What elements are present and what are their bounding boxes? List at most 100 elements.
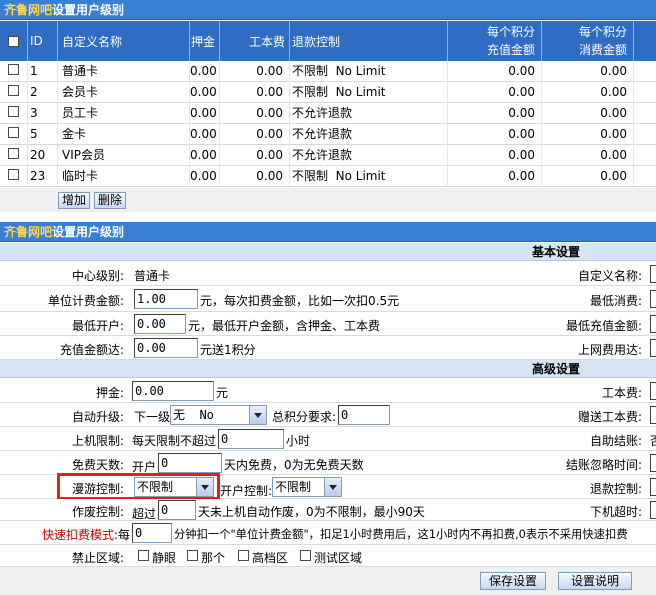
row-checkbox[interactable] — [8, 106, 19, 117]
row-checkbox[interactable] — [8, 85, 19, 96]
zone-label: 静眼 — [152, 551, 177, 565]
brand-name: 齐鲁网吧 — [4, 225, 53, 239]
deposit-input[interactable]: 0.00 — [132, 381, 214, 401]
zone-checkbox[interactable] — [300, 550, 311, 561]
table-row[interactable]: 5 金卡 0.00 0.00 不允许退款 0.00 0.00 — [0, 124, 656, 145]
fast-mode-note: 分钟扣一个"单位计费金额"，扣足1小时费用后，这1小时内不再扣费,0表示不采用快… — [174, 528, 628, 541]
void-input[interactable]: 0 — [158, 500, 196, 520]
online-limit-input[interactable]: 0 — [218, 429, 284, 449]
table-header: ID 自定义名称 押金 工本费 退款控制 每个积分 充值金额 每个积分 消费金额 — [0, 21, 656, 61]
col-charge-b: 充值金额 — [486, 43, 535, 57]
forbid-zone-row: 禁止区域: 静眼 那个 高档区 测试区域 — [0, 545, 656, 567]
net-fee-input[interactable] — [650, 339, 656, 357]
custom-name-label: 自定义名称: — [577, 269, 642, 283]
hours-unit: 小时 — [286, 434, 311, 448]
row-checkbox[interactable] — [8, 64, 19, 75]
refund-ctrl-select[interactable] — [650, 478, 656, 496]
ignore-time-input[interactable] — [650, 454, 656, 472]
min-open-note: 元，最低开户金额，含押金、工本费 — [188, 319, 381, 333]
min-recharge-label: 最低充值金额: — [565, 319, 642, 333]
fast-mode-input[interactable]: 0 — [132, 523, 172, 543]
save-settings-button[interactable]: 保存设置 — [480, 572, 546, 590]
zone-label: 测试区域 — [314, 551, 363, 565]
row-cost: 0.00 — [220, 124, 290, 145]
table-button-bar: 增加 删除 — [0, 188, 656, 212]
zone-checkbox[interactable] — [187, 550, 198, 561]
online-limit-row: 上机限制: 每天限制不超过 0 小时 自助结账: 否 — [0, 427, 656, 451]
void-label: 作废控制: — [71, 505, 124, 519]
cost-input[interactable] — [650, 382, 656, 400]
min-open-row: 最低开户: 0.00 元，最低开户金额，含押金、工本费 最低充值金额: — [0, 312, 656, 336]
table-row[interactable]: 1 普通卡 0.00 0.00 不限制 No Limit 0.00 0.00 — [0, 61, 656, 82]
free-days-label: 免费天数: — [71, 458, 124, 472]
unit-amount-input[interactable]: 1.00 — [134, 289, 198, 309]
logout-timeout-input[interactable] — [650, 501, 656, 519]
min-open-input[interactable]: 0.00 — [134, 314, 186, 334]
free-days-input[interactable]: 0 — [158, 453, 222, 473]
total-points-input[interactable]: 0 — [338, 405, 390, 425]
col-spend-a: 每个积分 — [578, 25, 627, 39]
min-spend-input[interactable] — [650, 290, 656, 308]
row-cost: 0.00 — [220, 103, 290, 124]
center-level-value: 普通卡 — [134, 269, 171, 283]
deposit-label: 押金: — [95, 386, 124, 400]
online-limit-note: 每天限制不超过 — [132, 434, 217, 448]
table-row[interactable]: 2 会员卡 0.00 0.00 不限制 No Limit 0.00 0.00 — [0, 82, 656, 103]
row-checkbox[interactable] — [8, 169, 19, 180]
fast-mode-label: 快速扣费模式 — [41, 528, 114, 542]
ignore-time-label: 结账忽略时间: — [565, 458, 642, 472]
total-points-label: 总积分要求: — [272, 410, 337, 424]
advanced-settings-title: 高级设置 — [531, 362, 580, 376]
recharge-input[interactable]: 0.00 — [134, 338, 198, 358]
chevron-down-icon[interactable] — [324, 478, 341, 496]
settings-help-button[interactable]: 设置说明 — [558, 572, 632, 590]
zone-label: 那个 — [201, 551, 226, 565]
recharge-note: 元送1积分 — [200, 343, 256, 357]
recharge-row: 充值金额达: 0.00 元送1积分 上网费用达: — [0, 336, 656, 360]
delete-button[interactable]: 删除 — [94, 192, 126, 209]
table-row[interactable]: 3 员工卡 0.00 0.00 不允许退款 0.00 0.00 — [0, 103, 656, 124]
open-ctrl-select[interactable]: 不限制 — [272, 477, 342, 497]
select-all-checkbox[interactable] — [8, 35, 19, 47]
row-spend: 0.00 — [542, 61, 634, 82]
row-spend: 0.00 — [542, 124, 634, 145]
add-button[interactable]: 增加 — [58, 192, 90, 209]
zone-checkbox[interactable] — [238, 550, 249, 561]
gift-cost-label: 赠送工本费: — [577, 410, 642, 424]
row-charge: 0.00 — [448, 61, 542, 82]
gift-cost-input[interactable] — [650, 406, 656, 424]
col-charge-a: 每个积分 — [486, 25, 535, 39]
row-deposit: 0.00 — [190, 103, 220, 124]
min-open-label: 最低开户: — [71, 319, 124, 333]
col-cost: 工本费 — [220, 21, 290, 61]
table-row[interactable]: 20 VIP会员 0.00 0.00 不允许退款 0.00 0.00 — [0, 145, 656, 166]
next-level-label: 下一级 — [134, 410, 171, 424]
row-cost: 0.00 — [220, 61, 290, 82]
custom-name-input[interactable] — [650, 265, 656, 283]
fast-mode-each: :每 — [114, 528, 131, 542]
row-checkbox[interactable] — [8, 127, 19, 138]
row-checkbox[interactable] — [8, 148, 19, 159]
roam-label: 漫游控制: — [71, 482, 124, 496]
zone-checkbox[interactable] — [138, 550, 149, 561]
row-id: 1 — [28, 61, 58, 82]
row-refund: 不允许退款 — [290, 145, 448, 166]
online-limit-label: 上机限制: — [71, 434, 124, 448]
cost-label: 工本费: — [601, 386, 642, 400]
unit-amount-label: 单位计费金额: — [47, 294, 124, 308]
row-cost: 0.00 — [220, 166, 290, 187]
row-charge: 0.00 — [448, 166, 542, 187]
chevron-down-icon[interactable] — [249, 406, 266, 424]
chevron-down-icon[interactable] — [196, 478, 213, 496]
row-deposit: 0.00 — [190, 145, 220, 166]
center-level-row: 中心级别: 普通卡 自定义名称: — [0, 262, 656, 286]
table-row[interactable]: 23 临时卡 0.00 0.00 不限制 No Limit 0.00 0.00 — [0, 166, 656, 187]
refund-ctrl-label: 退款控制: — [589, 482, 642, 496]
next-level-select[interactable]: 无 No — [170, 405, 267, 425]
row-spend: 0.00 — [542, 103, 634, 124]
col-name: 自定义名称 — [58, 21, 190, 61]
roam-select[interactable]: 不限制 — [134, 477, 214, 497]
min-recharge-input[interactable] — [650, 315, 656, 333]
row-refund: 不允许退款 — [290, 103, 448, 124]
row-spend: 0.00 — [542, 82, 634, 103]
